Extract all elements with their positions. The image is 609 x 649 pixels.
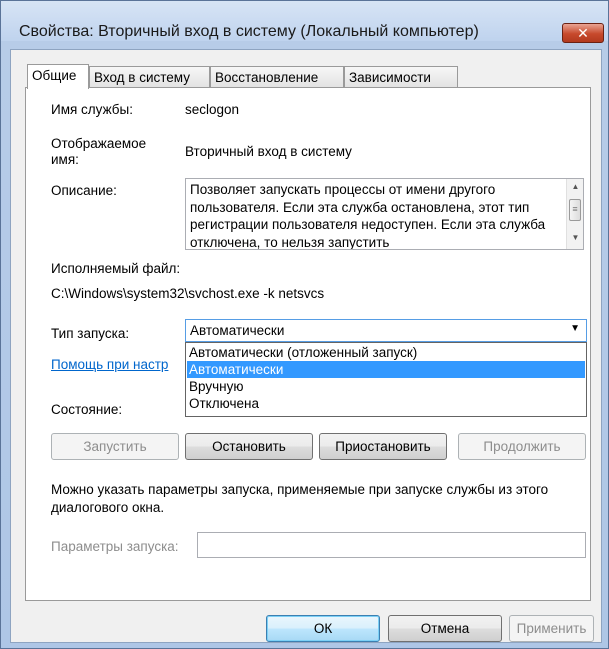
- tab-logon-label: Вход в систему: [94, 70, 190, 85]
- window-title: Свойства: Вторичный вход в систему (Лока…: [19, 23, 479, 40]
- description-label: Описание:: [51, 183, 117, 198]
- title-bar[interactable]: Свойства: Вторичный вход в систему (Лока…: [1, 1, 608, 43]
- service-name-label: Имя службы:: [51, 102, 133, 117]
- description-box[interactable]: Позволяет запускать процессы от имени др…: [185, 178, 584, 250]
- scroll-down-icon[interactable]: ▼: [567, 233, 583, 242]
- stop-button[interactable]: Остановить: [185, 433, 313, 460]
- description-text: Позволяет запускать процессы от имени др…: [190, 182, 546, 250]
- startup-option[interactable]: Автоматически (отложенный запуск): [187, 344, 585, 361]
- exe-label: Исполняемый файл:: [51, 261, 181, 276]
- startup-params-hint: Можно указать параметры запуска, применя…: [51, 482, 549, 515]
- exe-path: C:\Windows\system32\svchost.exe -k netsv…: [51, 286, 325, 301]
- params-label: Параметры запуска:: [51, 539, 179, 554]
- tab-recovery-label: Восстановление: [215, 70, 319, 85]
- ok-button[interactable]: ОК: [266, 615, 380, 642]
- general-tab-page: Имя службы: seclogon Отображаемое имя: В…: [25, 87, 591, 601]
- pause-button[interactable]: Приостановить: [319, 433, 447, 460]
- startup-option-selected[interactable]: Автоматически: [187, 361, 585, 378]
- chevron-down-icon: ▼: [570, 323, 580, 334]
- display-name-label: Отображаемое имя:: [51, 136, 147, 167]
- start-button[interactable]: Запустить: [51, 433, 179, 460]
- display-name-value[interactable]: Вторичный вход в систему: [185, 144, 352, 159]
- cancel-button[interactable]: Отмена: [388, 615, 502, 642]
- close-icon: ✕: [577, 25, 589, 41]
- dialog-body: Общие Вход в систему Восстановление Зави…: [10, 49, 602, 643]
- help-link[interactable]: Помощь при настр: [51, 357, 168, 372]
- service-name-value: seclogon: [185, 102, 240, 117]
- tab-recovery[interactable]: Восстановление: [210, 66, 344, 88]
- params-input[interactable]: [197, 532, 586, 558]
- startup-type-select[interactable]: Автоматически ▼: [185, 319, 587, 342]
- resume-button[interactable]: Продолжить: [458, 433, 586, 460]
- startup-type-dropdown: Автоматически (отложенный запуск) Автома…: [185, 342, 587, 417]
- tab-general[interactable]: Общие: [27, 64, 89, 89]
- tab-logon[interactable]: Вход в систему: [89, 66, 210, 88]
- tab-general-label: Общие: [32, 68, 77, 83]
- scroll-thumb[interactable]: ≡: [569, 199, 581, 221]
- startup-option[interactable]: Вручную: [187, 378, 585, 395]
- startup-option[interactable]: Отключена: [187, 395, 585, 412]
- description-scrollbar[interactable]: ▲ ≡ ▼: [566, 179, 583, 249]
- startup-type-value: Автоматически: [190, 323, 285, 338]
- startup-type-label: Тип запуска:: [51, 326, 130, 341]
- apply-button[interactable]: Применить: [509, 615, 594, 642]
- tab-dependencies[interactable]: Зависимости: [344, 66, 458, 88]
- tab-dependencies-label: Зависимости: [349, 70, 431, 85]
- scroll-up-icon[interactable]: ▲: [567, 182, 583, 191]
- close-button[interactable]: ✕: [562, 23, 604, 43]
- service-properties-window: Свойства: Вторичный вход в систему (Лока…: [0, 0, 609, 649]
- status-label: Состояние:: [51, 402, 123, 417]
